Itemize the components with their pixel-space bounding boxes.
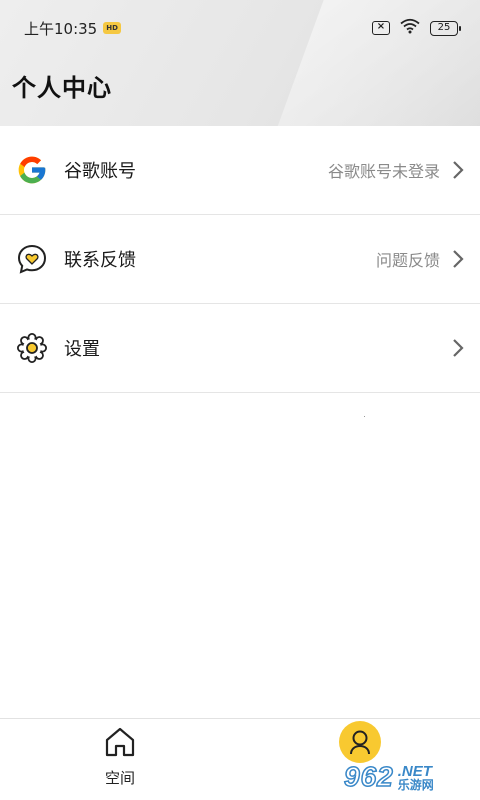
nav-item-space[interactable]: 空间 <box>96 725 144 788</box>
battery-icon: 25 <box>430 20 461 36</box>
status-time: 上午10:35 <box>24 19 98 38</box>
bottom-nav: 空间 962 .NET 乐游网 <box>0 718 480 800</box>
menu-value: 问题反馈 <box>375 251 440 270</box>
menu-item-settings[interactable]: 设置 <box>0 304 480 393</box>
status-bar: 上午10:35 HD × 25 <box>0 0 480 56</box>
stray-dot <box>364 416 365 417</box>
settings-gear-icon <box>14 330 50 366</box>
chevron-right-icon <box>448 336 468 360</box>
no-sim-icon: × <box>372 21 390 35</box>
menu-item-google-account[interactable]: 谷歌账号 谷歌账号未登录 <box>0 126 480 215</box>
menu-label: 谷歌账号 <box>64 161 136 182</box>
header-background: 上午10:35 HD × 25 个人中心 <box>0 0 480 126</box>
nav-label: 空间 <box>104 769 135 787</box>
watermark-text: .NET 乐游网 <box>398 764 434 791</box>
chevron-right-icon <box>448 247 468 271</box>
menu-label: 设置 <box>64 339 100 360</box>
watermark-net: .NET <box>397 762 432 780</box>
feedback-chat-heart-icon <box>14 241 50 277</box>
watermark-logo: 962 .NET 乐游网 <box>343 760 474 794</box>
hd-badge: HD <box>103 22 121 34</box>
profile-icon <box>339 721 381 763</box>
menu-list: 谷歌账号 谷歌账号未登录 联系反馈 问题反馈 设置 <box>0 126 480 393</box>
page-title: 个人中心 <box>12 74 112 102</box>
menu-label: 联系反馈 <box>64 250 136 271</box>
wifi-icon <box>400 18 420 38</box>
google-icon <box>14 152 50 188</box>
chevron-right-icon <box>448 158 468 182</box>
status-icons: × 25 <box>372 18 461 38</box>
menu-item-feedback[interactable]: 联系反馈 问题反馈 <box>0 215 480 304</box>
watermark-cn: 乐游网 <box>397 777 434 792</box>
home-icon <box>103 725 137 763</box>
watermark-number: 962 <box>343 760 394 793</box>
nav-item-profile[interactable] <box>336 721 384 763</box>
menu-value: 谷歌账号未登录 <box>327 162 440 181</box>
